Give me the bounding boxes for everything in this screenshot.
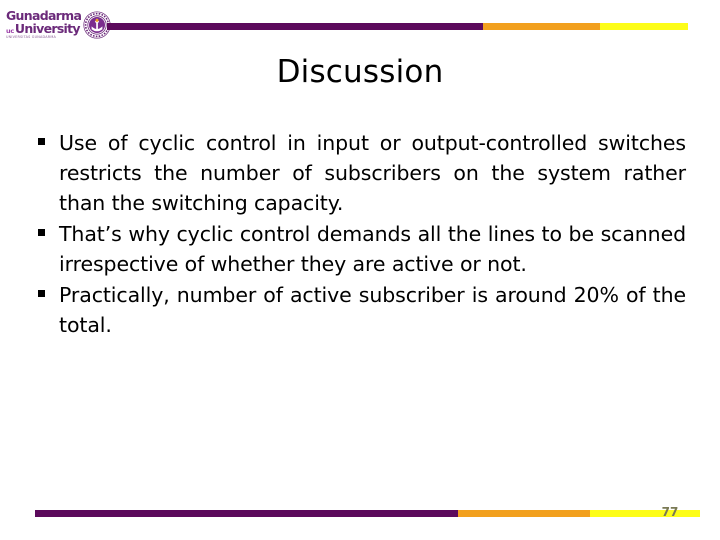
bottom-bar-orange-segment [458, 510, 590, 517]
bullet-text: Use of cyclic control in input or output… [59, 131, 686, 215]
logo-uc-mark: uc [6, 26, 14, 35]
bullet-item: That’s why cyclic control demands all th… [34, 219, 686, 279]
logo-wordmark: Gunadarma uc University UNIVERSITAS GUNA… [6, 10, 82, 40]
top-bar-purple-segment [107, 23, 483, 30]
bullet-text: Practically, number of active subscriber… [59, 283, 686, 337]
bullet-item: Use of cyclic control in input or output… [34, 128, 686, 218]
bullet-square-icon [34, 280, 59, 310]
university-logo: Gunadarma uc University UNIVERSITAS GUNA… [6, 6, 111, 44]
bullet-square-icon [34, 128, 59, 158]
slide-title: Discussion [276, 54, 444, 90]
bottom-bar-purple-segment [35, 510, 458, 517]
bullet-square-icon [34, 219, 59, 249]
bullet-item: Practically, number of active subscriber… [34, 280, 686, 340]
slide-body: Use of cyclic control in input or output… [34, 128, 686, 341]
bullet-text: That’s why cyclic control demands all th… [59, 222, 686, 276]
top-bar-yellow-segment [600, 23, 688, 30]
logo-university-word: University [14, 20, 81, 36]
page-number: 77 [661, 505, 679, 519]
logo-line-university: uc University [6, 20, 81, 36]
slide-canvas: Gunadarma uc University UNIVERSITAS GUNA… [0, 0, 720, 540]
logo-tagline: UNIVERSITAS GUNADARMA [6, 35, 56, 40]
top-bar-orange-segment [483, 23, 600, 30]
